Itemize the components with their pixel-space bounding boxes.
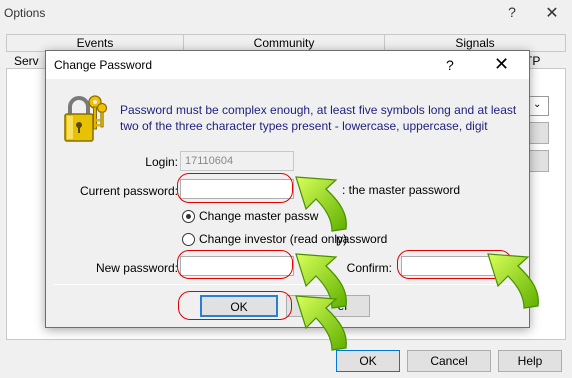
green-arrow-icon bbox=[487, 253, 539, 309]
annotation-arrows bbox=[295, 176, 539, 351]
green-arrow-icon bbox=[295, 176, 347, 232]
